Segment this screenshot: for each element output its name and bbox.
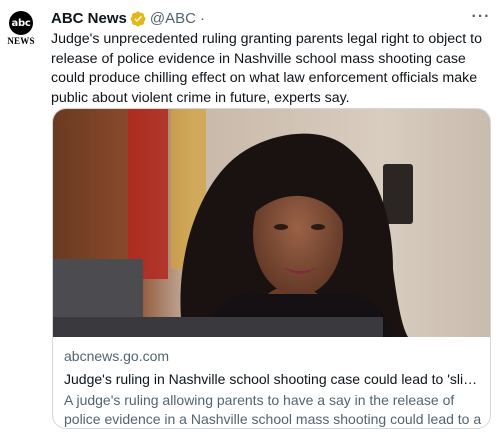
more-options-icon[interactable]: ··· [470, 8, 492, 26]
card-title[interactable]: Judge's ruling in Nashville school shoot… [64, 370, 484, 389]
account-handle[interactable]: @ABC [150, 9, 196, 29]
abc-logo-caption: NEWS [7, 36, 35, 46]
card-meta: abcnews.go.com Judge's ruling in Nashvil… [64, 347, 484, 428]
separator-dot: · [199, 10, 205, 27]
tweet-text: Judge's unprecedented ruling granting pa… [51, 31, 482, 106]
abc-logo-icon: abc [9, 11, 33, 35]
card-description: A judge's ruling allowing parents to hav… [64, 392, 482, 427]
account-name[interactable]: ABC News [51, 9, 127, 29]
tweet[interactable]: abc NEWS ABC News @ABC · ··· Judge's unp… [0, 0, 500, 438]
tweet-header: ABC News @ABC · [51, 9, 471, 29]
link-card[interactable]: abcnews.go.com Judge's ruling in Nashvil… [52, 108, 491, 429]
verified-badge-icon[interactable] [130, 11, 146, 27]
card-domain[interactable]: abcnews.go.com [64, 347, 484, 366]
avatar[interactable]: abc NEWS [6, 11, 36, 49]
card-image[interactable] [53, 109, 490, 337]
